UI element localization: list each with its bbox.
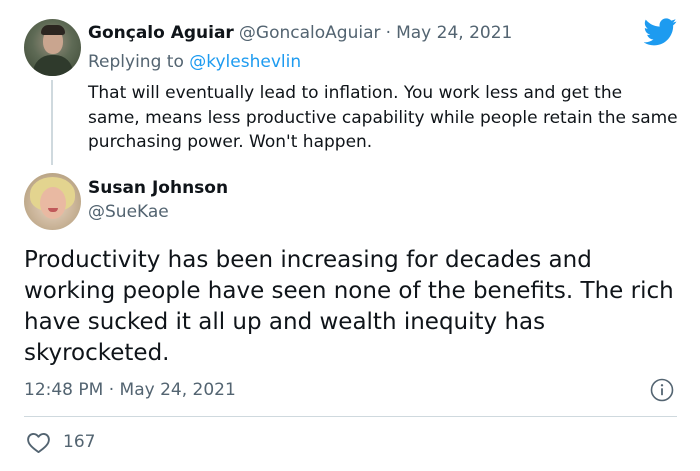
thread-connector-line [51,80,53,165]
replying-to-line: Replying to @kyleshevlin [88,51,301,73]
tweet-time: 12:48 PM [24,380,104,400]
main-tweet-text: Productivity has been increasing for dec… [24,247,674,366]
parent-author-handle[interactable]: @GoncaloAguiar [239,23,381,43]
main-author-handle[interactable]: @SueKae [88,201,169,223]
parent-author-name[interactable]: Gonçalo Aguiar [88,23,234,43]
main-author-name[interactable]: Susan Johnson [88,177,228,199]
heart-icon[interactable] [26,431,51,454]
parent-tweet-text: That will eventually lead to inflation. … [88,83,678,152]
replying-to-handle[interactable]: @kyleshevlin [189,52,301,72]
replying-prefix: Replying to [88,52,184,72]
info-icon[interactable] [650,378,674,402]
main-avatar[interactable] [24,173,81,230]
tweet-date: May 24, 2021 [119,380,236,400]
tweet-timestamp[interactable]: 12:48 PM · May 24, 2021 [24,379,236,401]
parent-tweet-date[interactable]: May 24, 2021 [396,23,512,43]
parent-tweet-header: Gonçalo Aguiar @GoncaloAguiar · May 24, … [88,22,512,44]
parent-avatar[interactable] [24,19,81,76]
parent-date-separator: · [385,23,391,43]
timestamp-separator: · [108,380,115,400]
divider [24,416,677,417]
like-count[interactable]: 167 [63,431,95,453]
twitter-bird-icon[interactable] [644,18,677,46]
